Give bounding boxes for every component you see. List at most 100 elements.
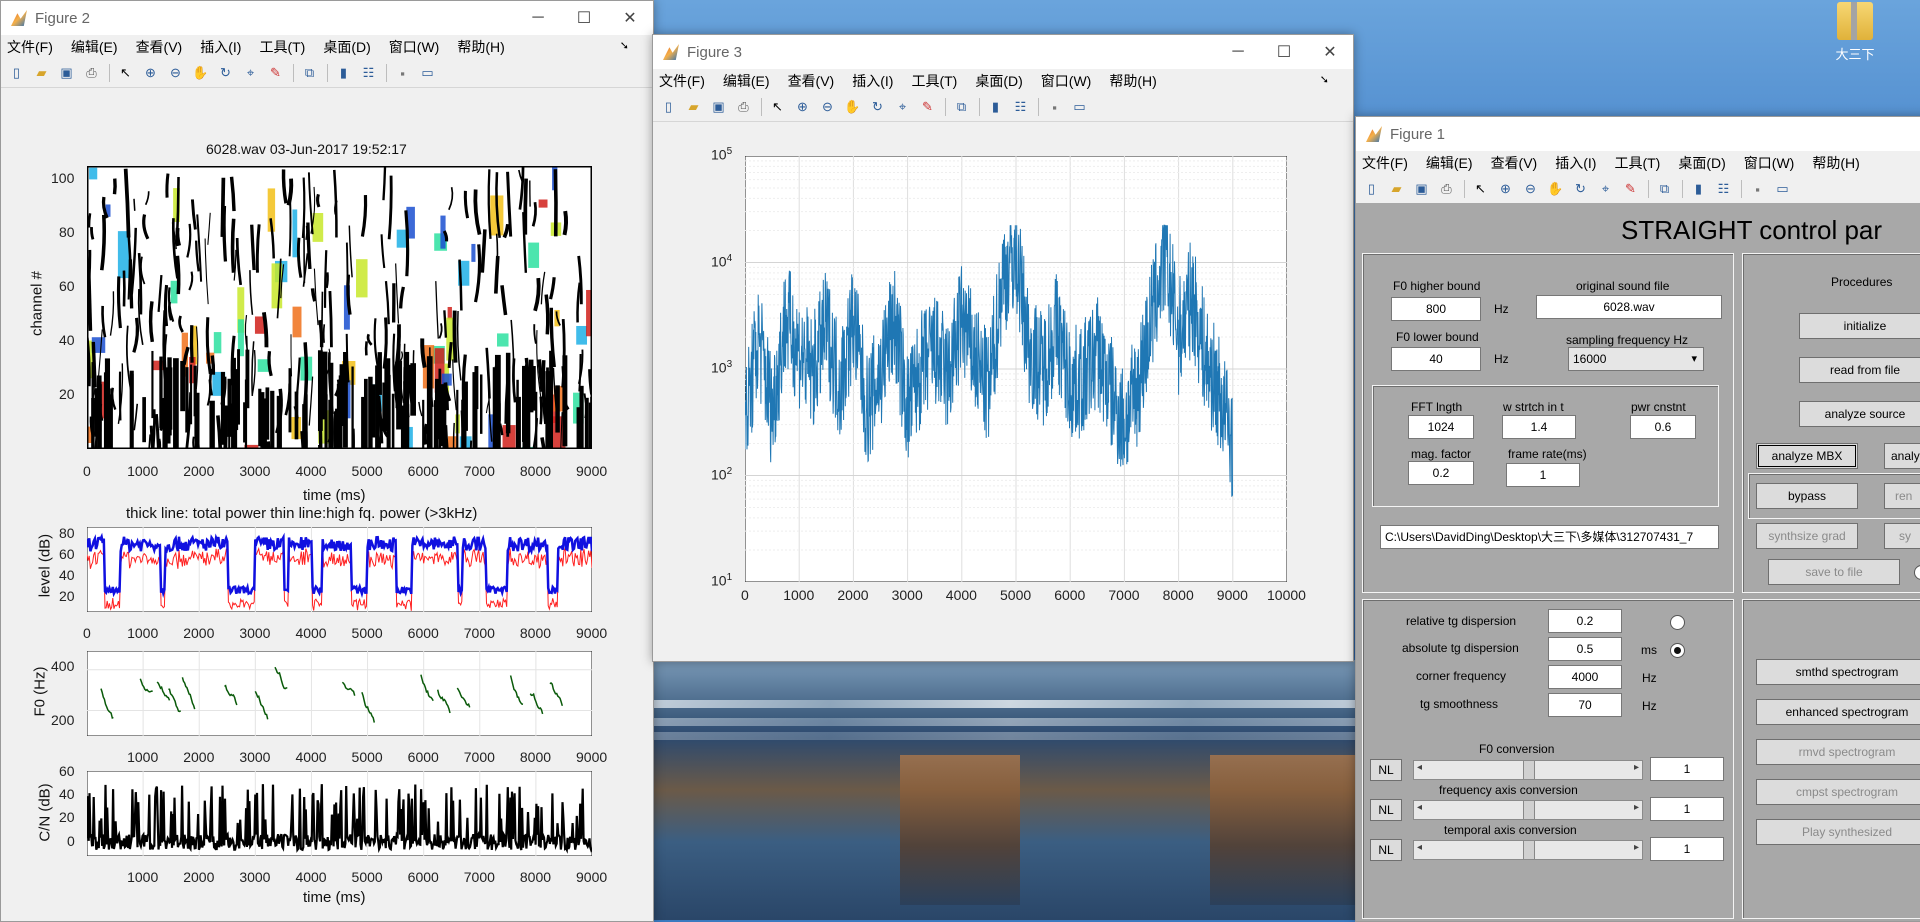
save-icon[interactable]: ▣ (709, 98, 728, 117)
menu-desktop[interactable]: 桌面(D) (975, 71, 1022, 91)
legend-icon[interactable]: ☷ (359, 64, 378, 83)
desktop-folder-icon[interactable]: 大三下 (1820, 0, 1890, 70)
menu-desktop[interactable]: 桌面(D) (323, 37, 370, 57)
figure2-window[interactable]: Figure 2 ─ ☐ ✕ 文件(F) 编辑(E) 查看(V) 插入(I) 工… (0, 0, 654, 922)
menu-tools[interactable]: 工具(T) (911, 71, 957, 91)
f0-conversion-input[interactable]: 1 (1650, 757, 1724, 781)
pan-icon[interactable]: ✋ (843, 98, 862, 117)
composite-spectrogram-button[interactable]: cmpst spectrogram (1756, 779, 1920, 805)
window-stretch-input[interactable]: 1.4 (1502, 415, 1576, 439)
frequency-nl-button[interactable]: NL (1370, 799, 1402, 821)
menu-insert[interactable]: 插入(I) (852, 71, 893, 91)
analyze-source-button[interactable]: analyze source (1799, 401, 1920, 427)
close-icon[interactable]: ✕ (607, 8, 653, 28)
figure3-titlebar[interactable]: Figure 3 ─ ☐ ✕ (653, 35, 1353, 69)
colorbar-icon[interactable]: ▮ (1689, 180, 1708, 199)
original-file-input[interactable]: 6028.wav (1536, 295, 1722, 319)
dock-icon[interactable]: ▭ (1070, 98, 1089, 117)
zoom-in-icon[interactable]: ⊕ (793, 98, 812, 117)
pointer-icon[interactable]: ↖ (116, 64, 135, 83)
zoom-out-icon[interactable]: ⊖ (166, 64, 185, 83)
rotate-icon[interactable]: ↻ (868, 98, 887, 117)
pan-icon[interactable]: ✋ (191, 64, 210, 83)
bypass-button[interactable]: bypass (1756, 483, 1858, 509)
new-figure-icon[interactable]: ▯ (7, 64, 26, 83)
data-cursor-icon[interactable]: ⌖ (1596, 180, 1615, 199)
slider-thumb[interactable] (1523, 841, 1535, 859)
slider-left-arrow-icon[interactable]: ◂ (1417, 802, 1422, 813)
open-file-icon[interactable]: ▰ (32, 64, 51, 83)
zoom-in-icon[interactable]: ⊕ (141, 64, 160, 83)
menu-window[interactable]: 窗口(W) (389, 37, 440, 57)
removed-spectrogram-button[interactable]: rmvd spectrogram (1756, 739, 1920, 765)
hide-tools-icon[interactable]: ▪ (1748, 180, 1767, 199)
slider-thumb[interactable] (1523, 761, 1535, 779)
f0-lower-input[interactable]: 40 (1391, 347, 1481, 371)
menu-edit[interactable]: 编辑(E) (723, 71, 770, 91)
slider-right-arrow-icon[interactable]: ▸ (1634, 762, 1639, 773)
slider-right-arrow-icon[interactable]: ▸ (1634, 842, 1639, 853)
menu-help[interactable]: 帮助(H) (457, 37, 504, 57)
enhanced-spectrogram-button[interactable]: enhanced spectrogram (1756, 699, 1920, 725)
pan-icon[interactable]: ✋ (1546, 180, 1565, 199)
menu-insert[interactable]: 插入(I) (1555, 153, 1596, 173)
file-path-input[interactable]: C:\Users\DavidDing\Desktop\大三下\多媒体\31270… (1380, 525, 1719, 549)
save-icon[interactable]: ▣ (57, 64, 76, 83)
minimize-icon[interactable]: ─ (515, 9, 561, 27)
synthesize-button[interactable]: sy (1884, 523, 1920, 549)
slider-right-arrow-icon[interactable]: ▸ (1634, 802, 1639, 813)
slider-left-arrow-icon[interactable]: ◂ (1417, 842, 1422, 853)
absolute-tg-input[interactable]: 0.5 (1548, 637, 1622, 661)
print-icon[interactable]: ⎙ (1437, 180, 1456, 199)
menu-edit[interactable]: 编辑(E) (71, 37, 118, 57)
menu-help[interactable]: 帮助(H) (1812, 153, 1859, 173)
print-icon[interactable]: ⎙ (734, 98, 753, 117)
menu-desktop[interactable]: 桌面(D) (1678, 153, 1725, 173)
legend-icon[interactable]: ☷ (1714, 180, 1733, 199)
figure1-window[interactable]: Figure 1 文件(F) 编辑(E) 查看(V) 插入(I) 工具(T) 桌… (1355, 116, 1920, 922)
sampling-freq-select[interactable]: 16000 ▾ (1568, 347, 1704, 371)
menu-view[interactable]: 查看(V) (788, 71, 835, 91)
new-figure-icon[interactable]: ▯ (659, 98, 678, 117)
menu-help[interactable]: 帮助(H) (1109, 71, 1156, 91)
menu-window[interactable]: 窗口(W) (1744, 153, 1795, 173)
maximize-icon[interactable]: ☐ (561, 8, 607, 28)
zoom-out-icon[interactable]: ⊖ (1521, 180, 1540, 199)
f0-conversion-slider[interactable]: ◂ ▸ (1413, 760, 1643, 780)
f0-higher-input[interactable]: 800 (1391, 297, 1481, 321)
initialize-button[interactable]: initialize (1799, 313, 1920, 339)
play-synthesized-button[interactable]: Play synthesized (1756, 819, 1920, 845)
hide-tools-icon[interactable]: ▪ (1045, 98, 1064, 117)
menu-edit[interactable]: 编辑(E) (1426, 153, 1473, 173)
ren-button[interactable]: ren (1884, 483, 1920, 509)
frame-rate-input[interactable]: 1 (1506, 463, 1580, 487)
corner-frequency-input[interactable]: 4000 (1548, 665, 1622, 689)
dock-arrow-icon[interactable]: ➘ (620, 39, 629, 52)
menu-file[interactable]: 文件(F) (7, 37, 53, 57)
relative-tg-input[interactable]: 0.2 (1548, 609, 1622, 633)
menu-tools[interactable]: 工具(T) (1614, 153, 1660, 173)
figure2-titlebar[interactable]: Figure 2 ─ ☐ ✕ (1, 1, 653, 35)
legend-icon[interactable]: ☷ (1011, 98, 1030, 117)
link-icon[interactable]: ⧉ (300, 64, 319, 83)
temporal-conversion-input[interactable]: 1 (1650, 837, 1724, 861)
fft-length-input[interactable]: 1024 (1408, 415, 1474, 439)
slider-thumb[interactable] (1523, 801, 1535, 819)
link-icon[interactable]: ⧉ (952, 98, 971, 117)
mag-factor-input[interactable]: 0.2 (1408, 461, 1474, 485)
frequency-conversion-input[interactable]: 1 (1650, 797, 1724, 821)
print-icon[interactable]: ⎙ (82, 64, 101, 83)
rotate-icon[interactable]: ↻ (216, 64, 235, 83)
absolute-tg-radio[interactable] (1670, 643, 1685, 658)
menu-window[interactable]: 窗口(W) (1041, 71, 1092, 91)
relative-tg-radio[interactable] (1670, 615, 1685, 630)
analyze-mbx-button[interactable]: analyze MBX (1756, 443, 1858, 469)
colorbar-icon[interactable]: ▮ (986, 98, 1005, 117)
pointer-icon[interactable]: ↖ (1471, 180, 1490, 199)
tg-smoothness-input[interactable]: 70 (1548, 693, 1622, 717)
menu-tools[interactable]: 工具(T) (259, 37, 305, 57)
temporal-conversion-slider[interactable]: ◂ ▸ (1413, 840, 1643, 860)
figure3-window[interactable]: Figure 3 ─ ☐ ✕ 文件(F) 编辑(E) 查看(V) 插入(I) 工… (652, 34, 1354, 662)
close-icon[interactable]: ✕ (1307, 42, 1353, 62)
slider-left-arrow-icon[interactable]: ◂ (1417, 762, 1422, 773)
